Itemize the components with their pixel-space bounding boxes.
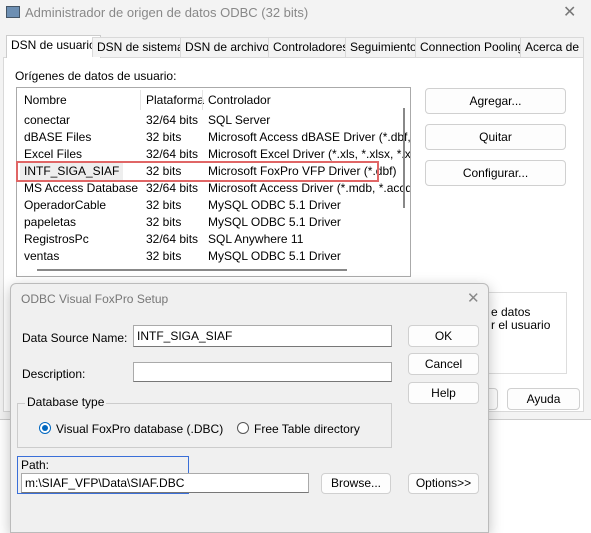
list-item[interactable]: RegistrosPc 32/64 bits SQL Anywhere 11 — [17, 231, 397, 248]
section-label: Orígenes de datos de usuario: — [15, 69, 177, 83]
dsn-label: Data Source Name: — [22, 331, 128, 345]
list-item[interactable]: ventas 32 bits MySQL ODBC 5.1 Driver — [17, 248, 397, 265]
name-cell: ventas — [24, 249, 60, 263]
cancel-button[interactable]: Cancel — [408, 353, 479, 375]
column-nombre[interactable]: Nombre — [24, 92, 67, 109]
radio-dbc[interactable] — [39, 422, 51, 434]
name-cell: OperadorCable — [24, 198, 107, 212]
tab-controladores[interactable]: Controladores — [268, 37, 354, 57]
path-input[interactable]: m:\SIAF_VFP\Data\SIAF.DBC — [21, 473, 309, 493]
info-text-2: r el usuario — [491, 318, 551, 332]
platform-cell: 32/64 bits — [146, 113, 199, 127]
driver-cell: SQL Anywhere 11 — [208, 232, 304, 246]
description-input[interactable] — [133, 362, 392, 382]
platform-cell: 32/64 bits — [146, 181, 199, 195]
radio-free-table[interactable] — [237, 422, 249, 434]
driver-cell: MySQL ODBC 5.1 Driver — [208, 198, 341, 212]
description-label: Description: — [22, 367, 86, 381]
radio-dbc-label[interactable]: Visual FoxPro database (.DBC) — [56, 422, 223, 436]
list-item[interactable]: OperadorCable 32 bits MySQL ODBC 5.1 Drive… — [17, 197, 397, 214]
name-cell: conectar — [24, 113, 71, 127]
name-cell: dBASE Files — [24, 130, 92, 144]
app-icon — [6, 6, 20, 18]
add-button[interactable]: Agregar... — [425, 88, 566, 114]
window-title: Administrador de origen de datos ODBC (3… — [25, 5, 309, 20]
list-item[interactable]: MS Access Database 32/64 bits Microsoft Ac… — [17, 180, 410, 197]
platform-cell: 32 bits — [146, 198, 182, 212]
column-plataforma[interactable]: Plataforma — [146, 92, 204, 109]
group-label: Database type — [25, 395, 107, 409]
tab-dsn-de-usuario[interactable]: DSN de usuario — [6, 35, 101, 58]
tab-dsn-de-sistema[interactable]: DSN de sistema — [92, 37, 189, 57]
options-button[interactable]: Options>> — [408, 473, 479, 494]
platform-cell: 32 bits — [146, 249, 182, 263]
driver-cell: Microsoft Access Driver (*.mdb, *.accdb — [208, 181, 411, 195]
list-item[interactable]: dBASE Files 32 bits Microsoft Access dBASE… — [17, 129, 410, 146]
vertical-scrollbar[interactable] — [403, 108, 405, 208]
platform-cell: 32 bits — [146, 130, 182, 144]
column-controlador[interactable]: Controlador — [208, 92, 271, 109]
dsn-input[interactable]: INTF_SIGA_SIAF — [133, 325, 392, 347]
list-item[interactable]: conectar 32/64 bits SQL Server — [17, 112, 397, 129]
platform-cell: 32/64 bits — [146, 232, 199, 246]
list-item[interactable]: papeletas 32 bits MySQL ODBC 5.1 Driver — [17, 214, 397, 231]
user-dsn-list[interactable]: Nombre Plataforma Controlador conectar 32… — [16, 87, 411, 277]
horizontal-scrollbar[interactable] — [37, 269, 347, 271]
tab-acerca-de[interactable]: Acerca de — [520, 37, 585, 57]
foxpro-setup-dialog: ODBC Visual FoxPro Setup ✕ Data Source N… — [10, 283, 489, 533]
remove-button[interactable]: Quitar — [425, 124, 566, 150]
tab-dsn-de-archivo[interactable]: DSN de archivo — [180, 37, 275, 57]
browse-button[interactable]: Browse... — [321, 473, 391, 494]
dialog-close-icon[interactable]: ✕ — [467, 289, 480, 307]
name-cell: MS Access Database — [24, 181, 139, 195]
dialog-help-button[interactable]: Help — [408, 382, 479, 404]
list-header: Nombre Plataforma Controlador — [17, 92, 397, 109]
name-cell: RegistrosPc — [24, 232, 89, 246]
configure-button[interactable]: Configurar... — [425, 160, 566, 186]
tab-connection-pooling[interactable]: Connection Pooling — [415, 37, 530, 57]
driver-cell: MySQL ODBC 5.1 Driver — [208, 249, 341, 263]
help-button[interactable]: Ayuda — [507, 388, 580, 410]
driver-cell: MySQL ODBC 5.1 Driver — [208, 215, 341, 229]
driver-cell: SQL Server — [208, 113, 271, 127]
dialog-title: ODBC Visual FoxPro Setup — [21, 292, 169, 306]
selected-row-highlight — [16, 161, 379, 182]
info-text-1: e datos — [491, 305, 531, 319]
close-icon[interactable]: ✕ — [563, 2, 576, 22]
path-label: Path: — [21, 458, 50, 472]
platform-cell: 32 bits — [146, 215, 182, 229]
driver-cell: Microsoft Access dBASE Driver (*.dbf, * — [208, 130, 411, 144]
ok-button[interactable]: OK — [408, 325, 479, 347]
name-cell: papeletas — [24, 215, 77, 229]
radio-free-label[interactable]: Free Table directory — [254, 422, 360, 436]
tab-seguimiento[interactable]: Seguimiento — [345, 37, 422, 57]
